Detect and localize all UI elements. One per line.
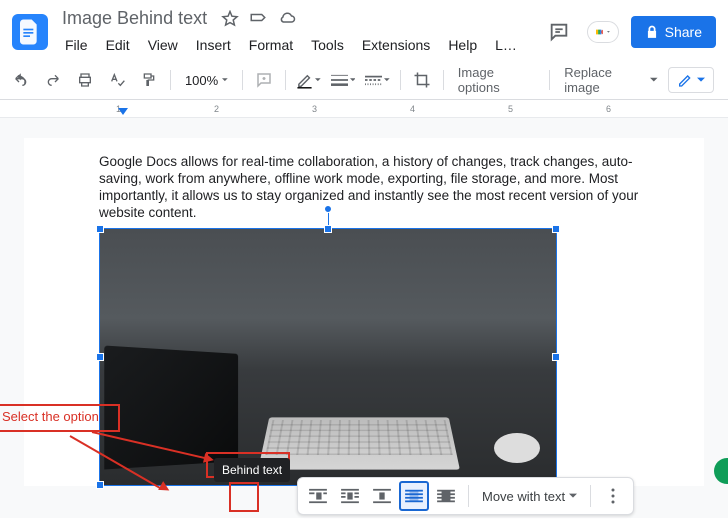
more-options-button[interactable] — [598, 481, 628, 511]
resize-handle[interactable] — [324, 225, 332, 233]
menu-help[interactable]: Help — [441, 33, 484, 57]
border-weight-button[interactable] — [327, 65, 360, 95]
wrap-infront-button[interactable] — [431, 481, 461, 511]
wrap-behind-button[interactable] — [399, 481, 429, 511]
selected-image[interactable] — [99, 228, 557, 486]
cloud-icon[interactable] — [277, 10, 297, 28]
annotation-box — [229, 482, 259, 512]
meet-icon[interactable] — [587, 21, 619, 43]
resize-handle[interactable] — [96, 481, 104, 489]
share-button[interactable]: Share — [631, 16, 716, 48]
move-icon[interactable] — [249, 10, 267, 28]
wrap-break-button[interactable] — [367, 481, 397, 511]
undo-button[interactable] — [6, 65, 36, 95]
menu-file[interactable]: File — [58, 33, 95, 57]
chevron-down-icon — [222, 76, 228, 84]
lock-icon — [645, 25, 659, 39]
menu-tools[interactable]: Tools — [304, 33, 351, 57]
image-layout-toolbar: Move with text — [297, 477, 634, 515]
resize-handle[interactable] — [96, 353, 104, 361]
menu-extensions[interactable]: Extensions — [355, 33, 437, 57]
chevron-down-icon — [569, 492, 577, 500]
ruler[interactable]: 1 2 3 4 5 6 — [0, 100, 728, 118]
spellcheck-button[interactable] — [102, 65, 132, 95]
toolbar: 100% Image options Replace image — [0, 61, 728, 100]
menu-edit[interactable]: Edit — [99, 33, 137, 57]
menu-more[interactable]: L… — [488, 33, 524, 57]
body-text[interactable]: Google Docs allows for real-time collabo… — [99, 154, 644, 222]
menu-view[interactable]: View — [141, 33, 185, 57]
menubar: File Edit View Insert Format Tools Exten… — [58, 33, 533, 57]
star-icon[interactable] — [221, 10, 239, 28]
comment-history-icon[interactable] — [543, 16, 575, 48]
crop-button[interactable] — [407, 65, 437, 95]
resize-handle[interactable] — [552, 353, 560, 361]
menu-insert[interactable]: Insert — [189, 33, 238, 57]
redo-button[interactable] — [38, 65, 68, 95]
add-comment-button[interactable] — [249, 65, 279, 95]
indent-marker[interactable] — [118, 108, 128, 118]
paint-format-button[interactable] — [134, 65, 164, 95]
wrap-inline-button[interactable] — [303, 481, 333, 511]
editing-mode-button[interactable] — [668, 67, 714, 93]
rotate-handle[interactable] — [324, 205, 332, 213]
chevron-down-icon — [697, 76, 705, 84]
print-button[interactable] — [70, 65, 100, 95]
replace-image-button[interactable]: Replace image — [556, 65, 666, 95]
resize-handle[interactable] — [552, 225, 560, 233]
wrap-text-button[interactable] — [335, 481, 365, 511]
border-color-button[interactable] — [292, 65, 325, 95]
resize-handle[interactable] — [96, 225, 104, 233]
image-options-button[interactable]: Image options — [450, 65, 544, 95]
menu-format[interactable]: Format — [242, 33, 300, 57]
annotation-label: Select the option — [2, 409, 99, 424]
tooltip: Behind text — [214, 458, 290, 482]
docs-logo[interactable] — [12, 14, 48, 50]
zoom-select[interactable]: 100% — [177, 65, 236, 95]
chevron-down-icon — [650, 76, 658, 84]
document-page[interactable]: Google Docs allows for real-time collabo… — [24, 138, 704, 486]
share-label: Share — [665, 24, 702, 40]
move-with-text-select[interactable]: Move with text — [476, 489, 583, 504]
doc-title[interactable]: Image Behind text — [58, 6, 211, 31]
border-dash-button[interactable] — [361, 65, 394, 95]
